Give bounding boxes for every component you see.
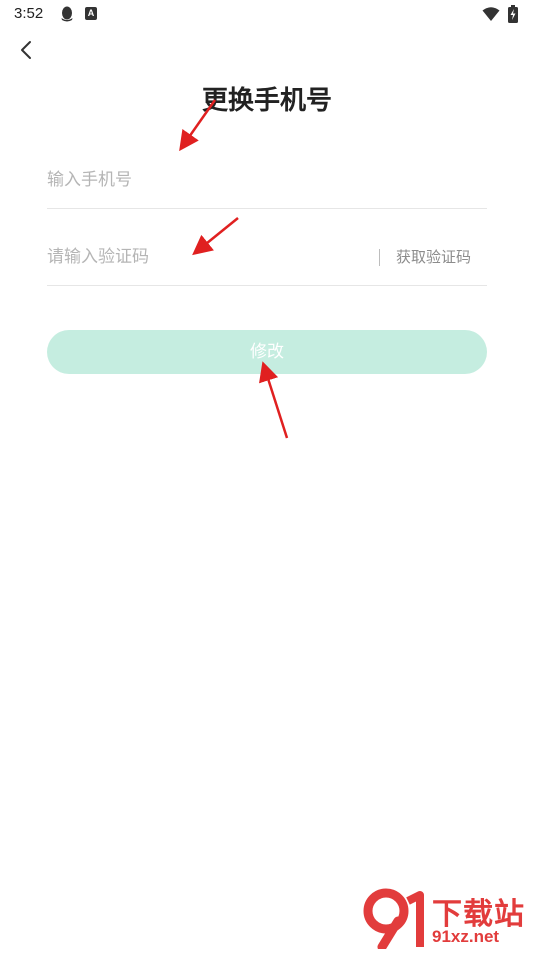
status-bar: 3:52 A xyxy=(0,0,534,30)
code-input[interactable] xyxy=(47,229,367,285)
code-field: 获取验证码 xyxy=(47,229,487,286)
battery-charging-icon xyxy=(508,5,518,23)
watermark-logo-icon xyxy=(362,887,426,952)
back-button[interactable] xyxy=(12,38,40,66)
phone-field xyxy=(47,152,487,209)
wifi-icon xyxy=(482,6,500,22)
annotation-overlay xyxy=(179,99,289,439)
code-divider xyxy=(379,249,380,266)
annotation-arrow xyxy=(259,361,289,439)
status-time: 3:52 xyxy=(14,5,44,22)
qq-notification-icon xyxy=(60,6,74,22)
watermark: 下载站 91xz.net xyxy=(362,887,532,952)
chevron-left-icon xyxy=(19,40,33,64)
a-notification-icon: A xyxy=(85,7,97,20)
phone-input[interactable] xyxy=(47,152,487,208)
watermark-url: 91xz.net xyxy=(432,927,500,946)
get-code-button[interactable]: 获取验证码 xyxy=(396,229,471,285)
page-title: 更换手机号 xyxy=(201,86,332,116)
submit-button[interactable]: 修改 xyxy=(47,330,487,374)
